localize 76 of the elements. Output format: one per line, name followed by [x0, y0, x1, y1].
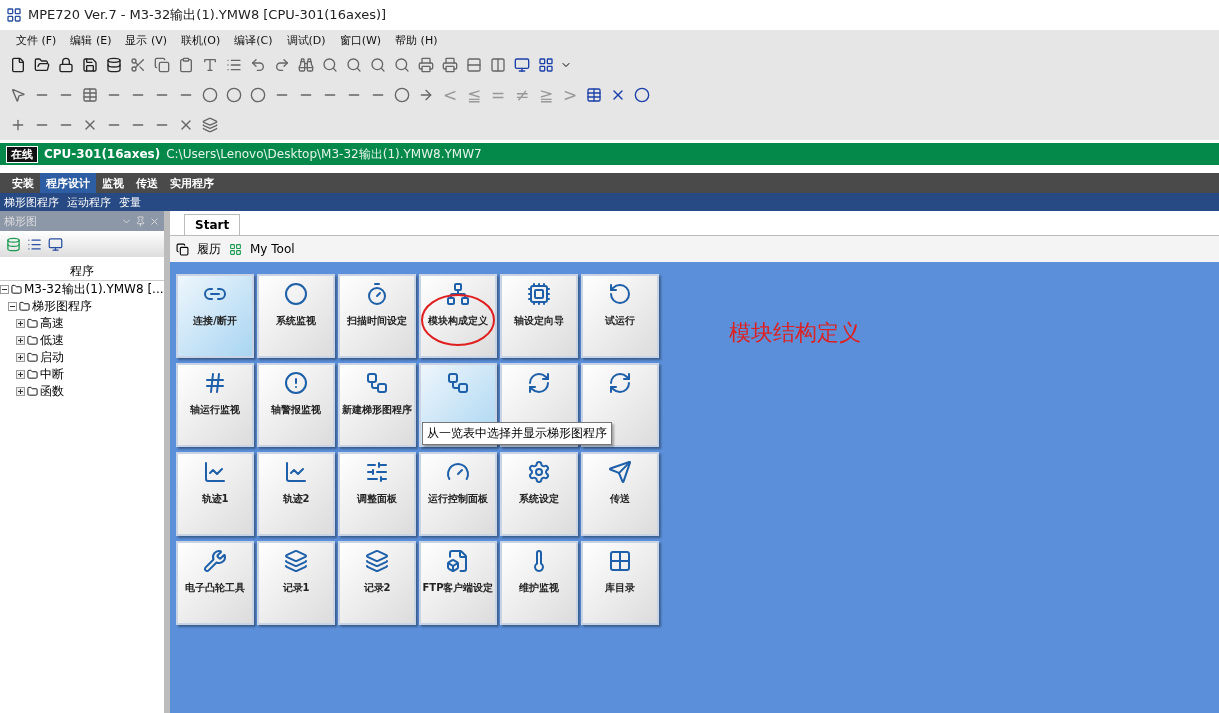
tile-label: 轨迹2 [282, 492, 310, 506]
tile-label: 模块构成定义 [428, 314, 488, 328]
menu-item[interactable]: 帮助 (H) [395, 32, 438, 48]
window-title: MPE720 Ver.7 - M3-32输出(1).YMW8 [CPU-301(16axes)] [28, 6, 387, 24]
ribbon-tab[interactable]: 程序设计 [40, 173, 96, 193]
tool-tile[interactable]: 系统设定 [500, 452, 578, 536]
tool-tile[interactable]: 系统监视 [257, 274, 335, 358]
tile-label: 调整面板 [357, 492, 397, 506]
annotation-text: 模块结构定义 [729, 319, 861, 347]
tool-tile[interactable]: 电子凸轮工具 [176, 541, 254, 625]
tile-label: FTP客户端设定 [422, 581, 494, 595]
tool-tile[interactable]: 运行控制面板 [419, 452, 497, 536]
tool-tile[interactable]: 库目录 [581, 541, 659, 625]
tile-label: 系统监视 [276, 314, 316, 328]
tile-label: 连接/断开 [193, 314, 237, 328]
tile-label: 轴设定向导 [514, 314, 564, 328]
tile-label: 试运行 [605, 314, 635, 328]
tool-tile[interactable]: 轴设定向导 [500, 274, 578, 358]
tile-label: 扫描时间设定 [347, 314, 407, 328]
tool-tile[interactable]: 模块构成定义 [419, 274, 497, 358]
tile-label: 轴运行监视 [190, 403, 240, 417]
menu-item[interactable]: 编辑 (E) [70, 32, 112, 48]
document-tab[interactable]: Start [184, 214, 241, 235]
tool-tile[interactable]: 试运行 [581, 274, 659, 358]
cpu-label: CPU-301(16axes) [44, 147, 161, 161]
tile-label: 轨迹1 [201, 492, 229, 506]
tool-tile[interactable]: 扫描时间设定 [338, 274, 416, 358]
tool-tile[interactable]: 传送 [581, 452, 659, 536]
tree-item[interactable]: 中断 [40, 366, 64, 383]
tool-tile[interactable]: 维护监视 [500, 541, 578, 625]
sub-tab[interactable]: 梯形图程序 [4, 194, 59, 210]
menu-item[interactable]: 窗口(W) [339, 32, 382, 48]
tile-label: 新建梯形图程序 [342, 403, 412, 417]
tree-item[interactable]: 低速 [40, 332, 64, 349]
my-tool-button[interactable]: My Tool [250, 242, 295, 256]
tile-label: 系统设定 [519, 492, 559, 506]
tooltip: 从一览表中选择并显示梯形图程序 [422, 422, 612, 445]
tile-label: 运行控制面板 [428, 492, 488, 506]
panel-title: 梯形图 [4, 213, 37, 229]
menu-item[interactable]: 调试(D) [286, 32, 326, 48]
tool-tile[interactable]: FTP客户端设定 [419, 541, 497, 625]
ribbon-tab[interactable]: 监视 [96, 173, 130, 193]
tool-tile[interactable]: 记录2 [338, 541, 416, 625]
tool-tile[interactable]: 新建梯形图程序 [338, 363, 416, 447]
tool-tile[interactable]: 轨迹2 [257, 452, 335, 536]
tile-label: 电子凸轮工具 [185, 581, 245, 595]
menu-item[interactable]: 编译(C) [234, 32, 273, 48]
sub-tab[interactable]: 运动程序 [67, 194, 111, 210]
menu-item[interactable]: 文件 (F) [16, 32, 57, 48]
tree-item[interactable]: 函数 [40, 383, 64, 400]
tool-tile[interactable]: 记录1 [257, 541, 335, 625]
tool-tile[interactable]: 连接/断开 [176, 274, 254, 358]
tool-tile[interactable]: 轴警报监视 [257, 363, 335, 447]
tree-item[interactable]: M3-32输出(1).YMW8 [... [24, 281, 164, 298]
tool-tile[interactable]: 调整面板 [338, 452, 416, 536]
ribbon-tab[interactable]: 安装 [6, 173, 40, 193]
tile-label: 记录1 [282, 581, 310, 595]
ribbon-tab[interactable]: 实用程序 [164, 173, 220, 193]
column-header: 程序 [0, 263, 164, 281]
tool-tile[interactable]: 轴运行监视 [176, 363, 254, 447]
tree-item[interactable]: 梯形图程序 [32, 298, 92, 315]
menu-item[interactable]: 联机(O) [181, 32, 221, 48]
ribbon-tab[interactable]: 传送 [130, 173, 164, 193]
menu-item[interactable]: 显示 (V) [125, 32, 168, 48]
history-button[interactable]: 履历 [197, 240, 221, 258]
tile-label: 维护监视 [519, 581, 559, 595]
tile-label: 库目录 [605, 581, 635, 595]
tile-label: 传送 [610, 492, 630, 506]
online-badge: 在线 [6, 145, 38, 163]
tree-item[interactable]: 高速 [40, 315, 64, 332]
tile-label: 轴警报监视 [271, 403, 321, 417]
sub-tab[interactable]: 变量 [119, 194, 141, 210]
file-path: C:\Users\Lenovo\Desktop\M3-32输出(1).YMW8.YMW7 [166, 145, 482, 163]
tool-tile[interactable]: 轨迹1 [176, 452, 254, 536]
tree-item[interactable]: 启动 [40, 349, 64, 366]
tile-label: 记录2 [363, 581, 391, 595]
